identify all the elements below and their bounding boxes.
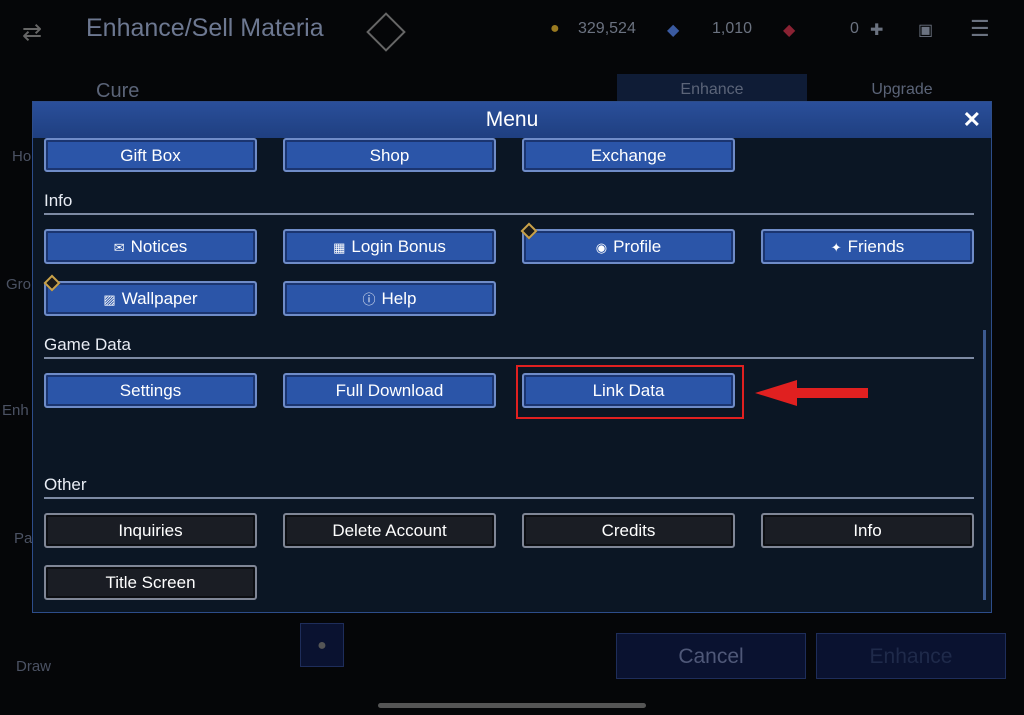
gem-amount: 0 — [850, 20, 859, 37]
full-download-button[interactable]: Full Download — [283, 373, 496, 408]
profile-icon: ◉ — [595, 240, 608, 255]
gil-amount: 329,524 — [578, 20, 636, 37]
title-screen-button[interactable]: Title Screen — [44, 565, 257, 600]
gem-icon: ◆ — [783, 22, 796, 39]
home-indicator — [378, 703, 646, 708]
divider — [44, 357, 974, 359]
sidebar-item[interactable]: Pa — [14, 530, 32, 547]
back-button[interactable]: ⇄ — [22, 18, 42, 47]
hamburger-menu-icon[interactable]: ☰ — [970, 16, 990, 42]
highlight-box — [516, 365, 744, 419]
info-button[interactable]: Info — [761, 513, 974, 548]
info-icon: ⓘ — [362, 292, 376, 307]
section-info: Info — [44, 191, 73, 210]
gift-box-button[interactable]: Gift Box — [44, 138, 257, 172]
shop-icon[interactable]: ▣ — [918, 20, 933, 40]
help-button[interactable]: ⓘ Help — [283, 281, 496, 316]
login-bonus-button[interactable]: ▦ Login Bonus — [283, 229, 496, 264]
exchange-button[interactable]: Exchange — [522, 138, 735, 172]
tab-enhance[interactable]: Enhance — [617, 74, 807, 102]
crystal-icon: ◆ — [667, 22, 680, 39]
crystal-amount: 1,010 — [712, 20, 753, 37]
friends-button[interactable]: ✦ Friends — [761, 229, 974, 264]
scrollbar[interactable] — [983, 330, 986, 600]
gil-icon: ● — [550, 20, 560, 37]
handshake-icon: ✦ — [830, 240, 842, 255]
envelope-icon: ✉ — [113, 240, 125, 255]
sidebar-item[interactable]: Ho — [12, 148, 31, 165]
image-icon: ▨ — [103, 292, 116, 307]
menu-title: Menu — [33, 102, 991, 138]
tab-upgrade[interactable]: Upgrade — [808, 74, 996, 102]
shop-button[interactable]: Shop — [283, 138, 496, 172]
section-game-data: Game Data — [44, 335, 131, 354]
menu-modal: Menu ✕ Gift Box Shop Exchange Info ✉ Noti… — [32, 101, 992, 613]
section-other: Other — [44, 475, 87, 494]
info-icon[interactable] — [366, 12, 406, 52]
calendar-icon: ▦ — [333, 240, 346, 255]
notices-button[interactable]: ✉ Notices — [44, 229, 257, 264]
cancel-button[interactable]: Cancel — [616, 633, 806, 679]
close-icon[interactable]: ✕ — [963, 102, 981, 138]
lock-button[interactable]: ● — [300, 623, 344, 667]
materia-name: Cure — [96, 80, 140, 102]
page-title: Enhance/Sell Materia — [86, 14, 324, 42]
add-gem-icon[interactable]: ✚ — [870, 20, 883, 40]
profile-button[interactable]: ◉ Profile — [522, 229, 735, 264]
sidebar-item[interactable]: Enh — [2, 402, 29, 419]
sidebar-item[interactable]: Draw — [16, 658, 51, 675]
inquiries-button[interactable]: Inquiries — [44, 513, 257, 548]
wallpaper-button[interactable]: ▨ Wallpaper — [44, 281, 257, 316]
enhance-button[interactable]: Enhance — [816, 633, 1006, 679]
divider — [44, 497, 974, 499]
divider — [44, 213, 974, 215]
red-arrow-icon — [755, 380, 868, 406]
credits-button[interactable]: Credits — [522, 513, 735, 548]
settings-button[interactable]: Settings — [44, 373, 257, 408]
sidebar-item[interactable]: Gro — [6, 276, 31, 293]
delete-account-button[interactable]: Delete Account — [283, 513, 496, 548]
